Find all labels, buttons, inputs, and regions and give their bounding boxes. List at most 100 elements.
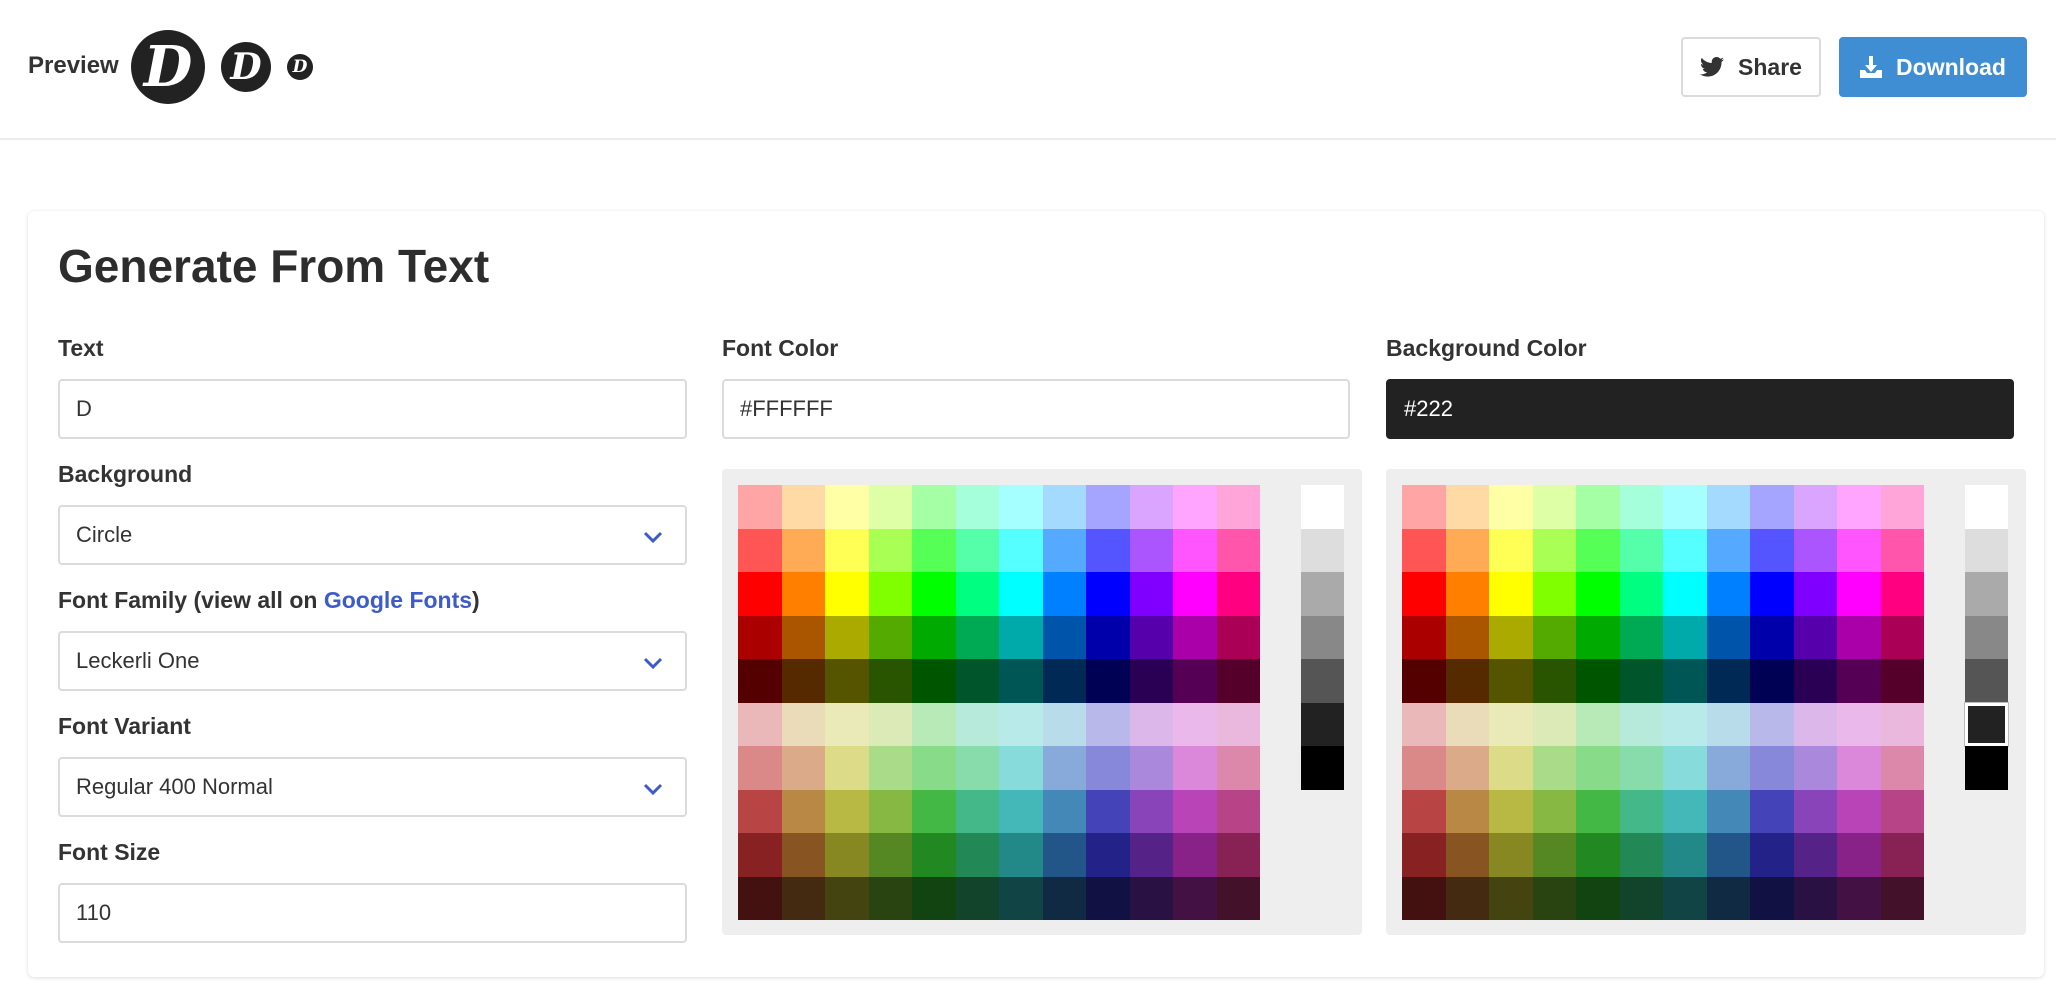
color-swatch[interactable] (738, 876, 782, 920)
color-swatch[interactable] (999, 485, 1043, 529)
color-swatch[interactable] (1619, 659, 1663, 703)
color-swatch[interactable] (738, 789, 782, 833)
color-swatch[interactable] (781, 789, 825, 833)
color-swatch[interactable] (912, 572, 956, 616)
gray-swatch[interactable] (1301, 528, 1344, 572)
color-swatch[interactable] (1837, 528, 1881, 572)
color-swatch[interactable] (1129, 702, 1173, 746)
color-swatch[interactable] (1619, 833, 1663, 877)
color-swatch[interactable] (1576, 746, 1620, 790)
color-swatch[interactable] (1445, 659, 1489, 703)
color-swatch[interactable] (912, 746, 956, 790)
color-swatch[interactable] (1619, 746, 1663, 790)
color-swatch[interactable] (1042, 528, 1086, 572)
color-swatch[interactable] (1042, 833, 1086, 877)
color-swatch[interactable] (999, 528, 1043, 572)
color-swatch[interactable] (1445, 485, 1489, 529)
color-swatch[interactable] (1129, 615, 1173, 659)
color-swatch[interactable] (912, 833, 956, 877)
color-swatch[interactable] (1837, 615, 1881, 659)
background-color-input[interactable]: #222 (1386, 379, 2014, 439)
text-input[interactable]: D (58, 379, 687, 439)
gray-swatch[interactable] (1965, 659, 2008, 703)
color-swatch[interactable] (1129, 485, 1173, 529)
color-swatch[interactable] (999, 833, 1043, 877)
color-swatch[interactable] (912, 615, 956, 659)
color-swatch[interactable] (868, 833, 912, 877)
color-swatch[interactable] (1880, 746, 1924, 790)
color-swatch[interactable] (1445, 876, 1489, 920)
color-swatch[interactable] (1216, 746, 1260, 790)
color-swatch[interactable] (1837, 659, 1881, 703)
color-swatch[interactable] (1445, 789, 1489, 833)
color-swatch[interactable] (1619, 702, 1663, 746)
color-swatch[interactable] (1532, 746, 1576, 790)
gray-swatch[interactable] (1301, 615, 1344, 659)
color-swatch[interactable] (1706, 876, 1750, 920)
color-swatch[interactable] (825, 702, 869, 746)
color-swatch[interactable] (1793, 789, 1837, 833)
color-swatch[interactable] (825, 615, 869, 659)
color-swatch[interactable] (825, 528, 869, 572)
download-button[interactable]: Download (1839, 37, 2027, 97)
color-swatch[interactable] (1129, 789, 1173, 833)
color-swatch[interactable] (955, 528, 999, 572)
color-swatch[interactable] (1086, 659, 1130, 703)
color-swatch[interactable] (825, 572, 869, 616)
color-swatch[interactable] (1489, 572, 1533, 616)
color-swatch[interactable] (1402, 659, 1446, 703)
color-swatch[interactable] (1532, 615, 1576, 659)
color-swatch[interactable] (1619, 485, 1663, 529)
color-swatch[interactable] (1216, 572, 1260, 616)
color-swatch[interactable] (1173, 572, 1217, 616)
color-swatch[interactable] (1489, 485, 1533, 529)
color-swatch[interactable] (1489, 615, 1533, 659)
color-swatch[interactable] (738, 659, 782, 703)
color-swatch[interactable] (1880, 789, 1924, 833)
color-swatch[interactable] (825, 659, 869, 703)
color-swatch[interactable] (1706, 659, 1750, 703)
color-swatch[interactable] (1216, 702, 1260, 746)
color-swatch[interactable] (1086, 485, 1130, 529)
color-swatch[interactable] (1173, 876, 1217, 920)
color-swatch[interactable] (868, 789, 912, 833)
color-swatch[interactable] (781, 659, 825, 703)
color-swatch[interactable] (1532, 876, 1576, 920)
color-swatch[interactable] (1086, 572, 1130, 616)
color-swatch[interactable] (1086, 789, 1130, 833)
color-swatch[interactable] (1532, 702, 1576, 746)
color-swatch[interactable] (1129, 746, 1173, 790)
color-swatch[interactable] (1042, 485, 1086, 529)
color-swatch[interactable] (1532, 528, 1576, 572)
color-swatch[interactable] (1750, 615, 1794, 659)
color-swatch[interactable] (1880, 876, 1924, 920)
color-swatch[interactable] (1750, 746, 1794, 790)
background-select[interactable]: Circle (58, 505, 687, 565)
color-swatch[interactable] (1837, 485, 1881, 529)
color-swatch[interactable] (1129, 876, 1173, 920)
color-swatch[interactable] (999, 876, 1043, 920)
color-swatch[interactable] (1445, 528, 1489, 572)
color-swatch[interactable] (1402, 876, 1446, 920)
color-swatch[interactable] (1750, 485, 1794, 529)
color-swatch[interactable] (825, 485, 869, 529)
color-swatch[interactable] (1880, 485, 1924, 529)
color-swatch[interactable] (1576, 485, 1620, 529)
color-swatch[interactable] (955, 659, 999, 703)
color-swatch[interactable] (1129, 528, 1173, 572)
color-swatch[interactable] (825, 789, 869, 833)
color-swatch[interactable] (1086, 615, 1130, 659)
color-swatch[interactable] (1663, 485, 1707, 529)
color-swatch[interactable] (1086, 528, 1130, 572)
color-swatch[interactable] (1750, 528, 1794, 572)
color-swatch[interactable] (1706, 615, 1750, 659)
color-swatch[interactable] (955, 789, 999, 833)
color-swatch[interactable] (1837, 876, 1881, 920)
font-size-input[interactable]: 110 (58, 883, 687, 943)
gray-swatch[interactable] (1301, 572, 1344, 616)
color-swatch[interactable] (1663, 659, 1707, 703)
color-swatch[interactable] (1663, 876, 1707, 920)
color-swatch[interactable] (781, 833, 825, 877)
color-swatch[interactable] (1532, 789, 1576, 833)
color-swatch[interactable] (868, 746, 912, 790)
